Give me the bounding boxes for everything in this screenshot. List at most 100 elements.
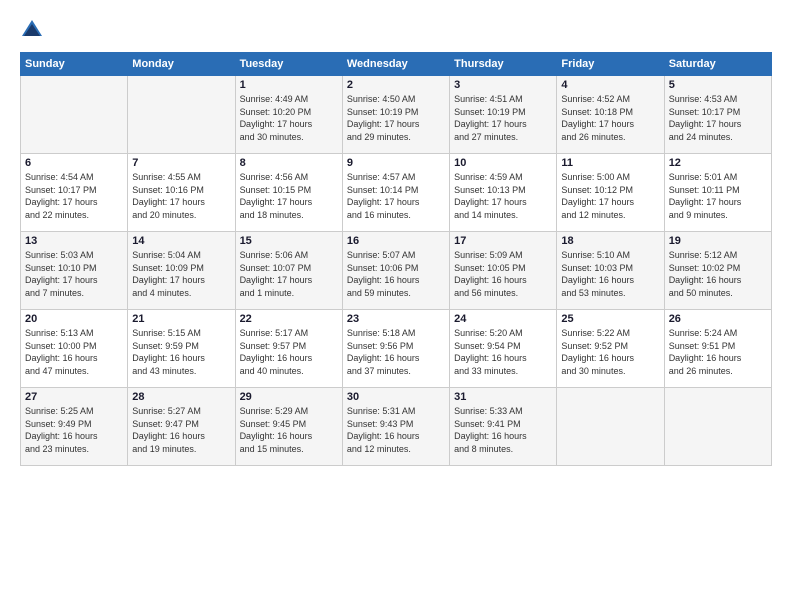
calendar-cell: 13Sunrise: 5:03 AMSunset: 10:10 PMDaylig… xyxy=(21,232,128,310)
weekday-header-monday: Monday xyxy=(128,53,235,76)
day-cell-text: Sunset: 9:49 PM xyxy=(25,418,123,431)
calendar-cell: 10Sunrise: 4:59 AMSunset: 10:13 PMDaylig… xyxy=(450,154,557,232)
calendar-cell: 26Sunrise: 5:24 AMSunset: 9:51 PMDayligh… xyxy=(664,310,771,388)
day-cell-text: Daylight: 17 hours xyxy=(347,118,445,131)
day-cell-text: Sunset: 10:18 PM xyxy=(561,106,659,119)
day-cell-text: Daylight: 17 hours xyxy=(25,274,123,287)
day-cell-text: Sunset: 10:05 PM xyxy=(454,262,552,275)
day-cell-text: and 27 minutes. xyxy=(454,131,552,144)
day-cell-text: and 12 minutes. xyxy=(561,209,659,222)
day-cell-text: Daylight: 17 hours xyxy=(669,196,767,209)
day-number: 21 xyxy=(132,313,230,325)
day-cell-text: Sunset: 10:19 PM xyxy=(347,106,445,119)
day-cell-text: Daylight: 17 hours xyxy=(132,274,230,287)
day-cell-text: Daylight: 16 hours xyxy=(25,430,123,443)
calendar-week-row: 13Sunrise: 5:03 AMSunset: 10:10 PMDaylig… xyxy=(21,232,772,310)
day-cell-text: Sunset: 9:41 PM xyxy=(454,418,552,431)
day-cell-text: and 26 minutes. xyxy=(669,365,767,378)
day-cell-text: and 19 minutes. xyxy=(132,443,230,456)
day-cell-text: Daylight: 16 hours xyxy=(132,430,230,443)
day-cell-text: and 7 minutes. xyxy=(25,287,123,300)
day-cell-text: and 30 minutes. xyxy=(240,131,338,144)
calendar-cell: 14Sunrise: 5:04 AMSunset: 10:09 PMDaylig… xyxy=(128,232,235,310)
calendar-cell: 16Sunrise: 5:07 AMSunset: 10:06 PMDaylig… xyxy=(342,232,449,310)
day-cell-text: and 18 minutes. xyxy=(240,209,338,222)
calendar-cell: 28Sunrise: 5:27 AMSunset: 9:47 PMDayligh… xyxy=(128,388,235,466)
day-cell-text: and 30 minutes. xyxy=(561,365,659,378)
day-cell-text: Daylight: 17 hours xyxy=(240,196,338,209)
day-cell-text: and 14 minutes. xyxy=(454,209,552,222)
calendar-cell: 25Sunrise: 5:22 AMSunset: 9:52 PMDayligh… xyxy=(557,310,664,388)
calendar-cell: 19Sunrise: 5:12 AMSunset: 10:02 PMDaylig… xyxy=(664,232,771,310)
day-cell-text: and 33 minutes. xyxy=(454,365,552,378)
day-cell-text: and 53 minutes. xyxy=(561,287,659,300)
day-cell-text: and 40 minutes. xyxy=(240,365,338,378)
day-cell-text: Daylight: 16 hours xyxy=(454,352,552,365)
calendar-week-row: 6Sunrise: 4:54 AMSunset: 10:17 PMDayligh… xyxy=(21,154,772,232)
day-cell-text: Sunset: 10:14 PM xyxy=(347,184,445,197)
header xyxy=(20,18,772,42)
calendar-cell: 3Sunrise: 4:51 AMSunset: 10:19 PMDayligh… xyxy=(450,76,557,154)
day-cell-text: Sunrise: 5:10 AM xyxy=(561,249,659,262)
calendar-cell: 30Sunrise: 5:31 AMSunset: 9:43 PMDayligh… xyxy=(342,388,449,466)
calendar-cell: 7Sunrise: 4:55 AMSunset: 10:16 PMDayligh… xyxy=(128,154,235,232)
day-cell-text: Daylight: 16 hours xyxy=(669,352,767,365)
day-cell-text: Sunrise: 4:56 AM xyxy=(240,171,338,184)
day-cell-text: Sunset: 9:47 PM xyxy=(132,418,230,431)
weekday-header-saturday: Saturday xyxy=(664,53,771,76)
weekday-header-sunday: Sunday xyxy=(21,53,128,76)
day-cell-text: Daylight: 17 hours xyxy=(669,118,767,131)
day-cell-text: Sunset: 10:02 PM xyxy=(669,262,767,275)
day-number: 20 xyxy=(25,313,123,325)
day-number: 29 xyxy=(240,391,338,403)
day-number: 17 xyxy=(454,235,552,247)
day-cell-text: Sunset: 10:19 PM xyxy=(454,106,552,119)
logo xyxy=(20,18,48,42)
calendar-cell: 5Sunrise: 4:53 AMSunset: 10:17 PMDayligh… xyxy=(664,76,771,154)
day-cell-text: Sunset: 10:00 PM xyxy=(25,340,123,353)
calendar-cell: 21Sunrise: 5:15 AMSunset: 9:59 PMDayligh… xyxy=(128,310,235,388)
day-cell-text: Daylight: 17 hours xyxy=(132,196,230,209)
day-cell-text: Sunrise: 4:54 AM xyxy=(25,171,123,184)
day-cell-text: Sunrise: 5:07 AM xyxy=(347,249,445,262)
day-cell-text: Sunset: 9:51 PM xyxy=(669,340,767,353)
day-cell-text: Sunset: 9:57 PM xyxy=(240,340,338,353)
day-number: 1 xyxy=(240,79,338,91)
calendar-cell: 1Sunrise: 4:49 AMSunset: 10:20 PMDayligh… xyxy=(235,76,342,154)
day-cell-text: Sunset: 9:56 PM xyxy=(347,340,445,353)
day-cell-text: and 4 minutes. xyxy=(132,287,230,300)
logo-icon xyxy=(20,18,44,42)
calendar-cell: 9Sunrise: 4:57 AMSunset: 10:14 PMDayligh… xyxy=(342,154,449,232)
day-cell-text: Sunset: 9:54 PM xyxy=(454,340,552,353)
day-cell-text: Sunset: 10:11 PM xyxy=(669,184,767,197)
day-number: 26 xyxy=(669,313,767,325)
day-cell-text: Sunset: 10:07 PM xyxy=(240,262,338,275)
day-cell-text: Daylight: 17 hours xyxy=(454,118,552,131)
calendar-cell: 31Sunrise: 5:33 AMSunset: 9:41 PMDayligh… xyxy=(450,388,557,466)
day-number: 4 xyxy=(561,79,659,91)
day-cell-text: and 37 minutes. xyxy=(347,365,445,378)
day-number: 9 xyxy=(347,157,445,169)
day-cell-text: Daylight: 16 hours xyxy=(240,430,338,443)
day-cell-text: Sunset: 10:13 PM xyxy=(454,184,552,197)
day-cell-text: Daylight: 16 hours xyxy=(132,352,230,365)
day-cell-text: Sunrise: 5:04 AM xyxy=(132,249,230,262)
day-number: 3 xyxy=(454,79,552,91)
day-number: 12 xyxy=(669,157,767,169)
calendar-cell: 6Sunrise: 4:54 AMSunset: 10:17 PMDayligh… xyxy=(21,154,128,232)
day-number: 5 xyxy=(669,79,767,91)
day-cell-text: Daylight: 17 hours xyxy=(240,274,338,287)
day-cell-text: Daylight: 16 hours xyxy=(561,274,659,287)
day-cell-text: Sunrise: 4:59 AM xyxy=(454,171,552,184)
day-cell-text: and 9 minutes. xyxy=(669,209,767,222)
day-cell-text: Sunset: 10:16 PM xyxy=(132,184,230,197)
day-cell-text: and 1 minute. xyxy=(240,287,338,300)
calendar-cell xyxy=(557,388,664,466)
day-cell-text: Daylight: 16 hours xyxy=(669,274,767,287)
day-number: 23 xyxy=(347,313,445,325)
day-number: 16 xyxy=(347,235,445,247)
day-cell-text: Sunrise: 5:00 AM xyxy=(561,171,659,184)
day-number: 14 xyxy=(132,235,230,247)
calendar-cell: 29Sunrise: 5:29 AMSunset: 9:45 PMDayligh… xyxy=(235,388,342,466)
day-cell-text: Sunrise: 5:06 AM xyxy=(240,249,338,262)
